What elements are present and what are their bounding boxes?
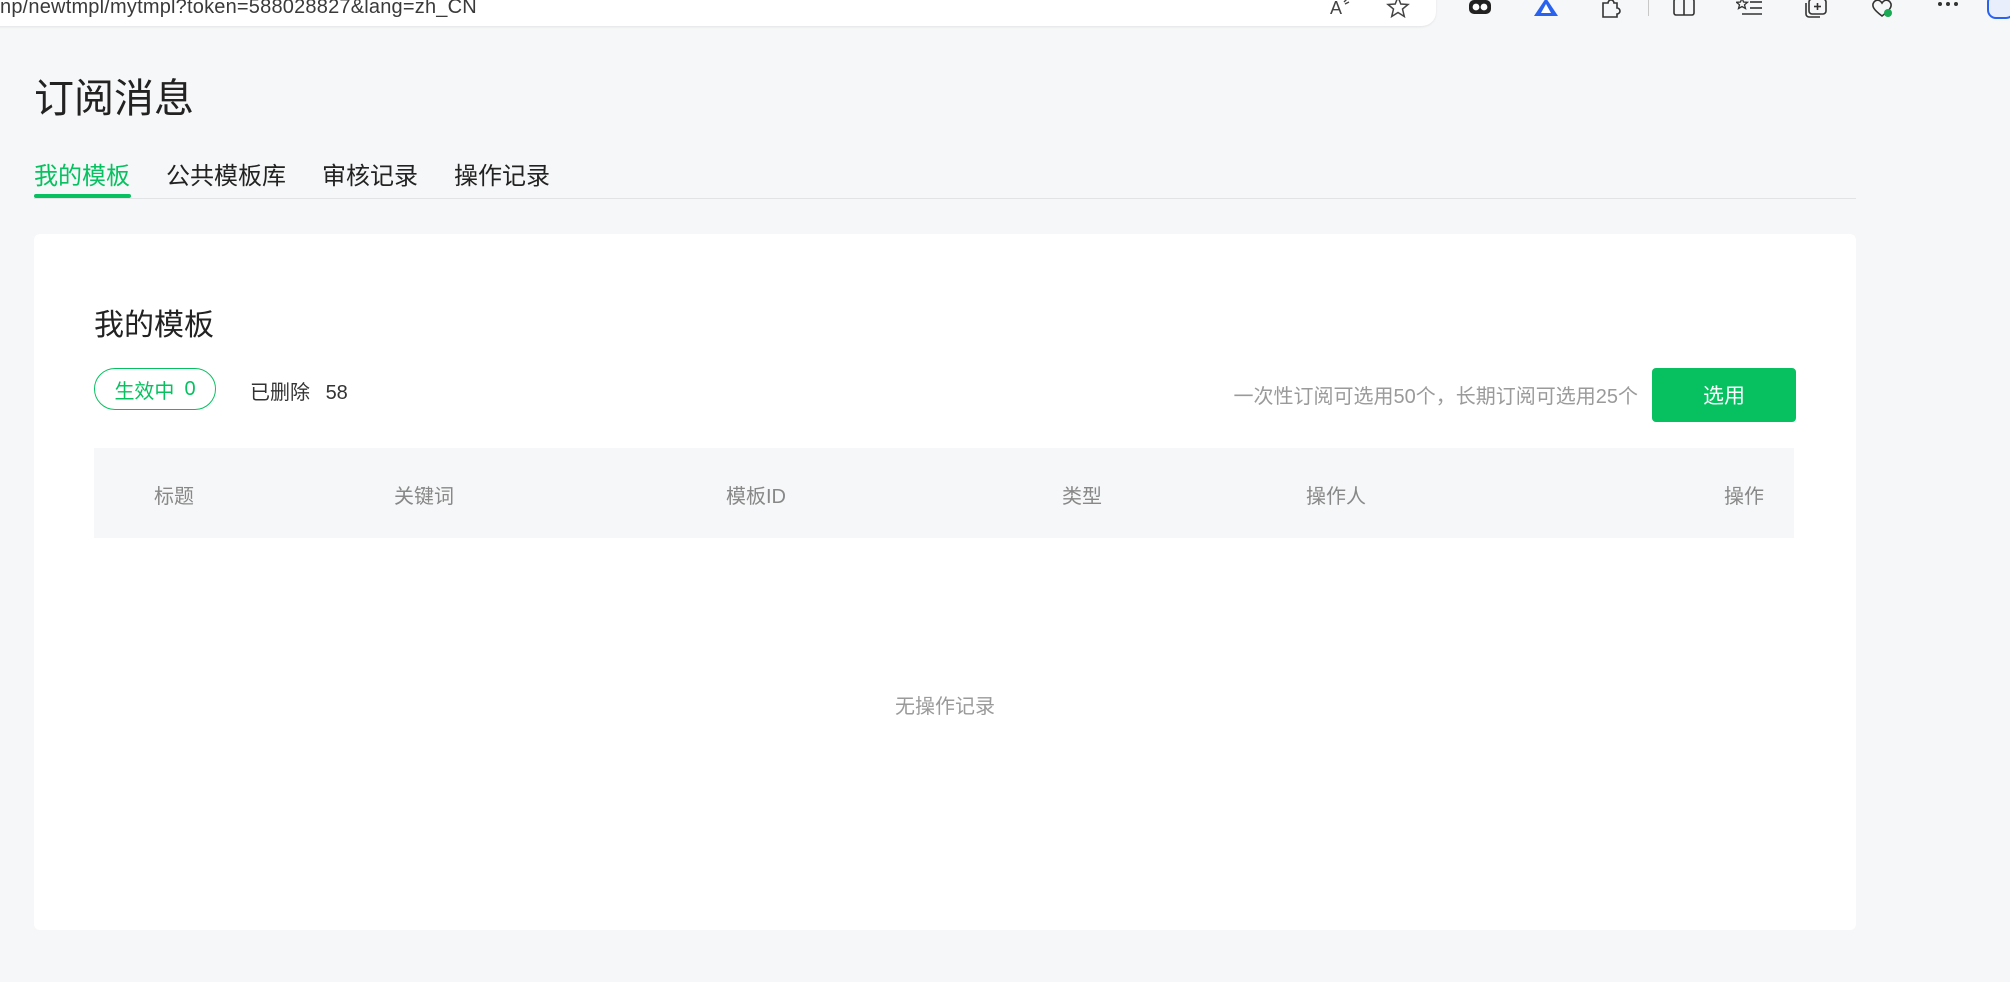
collections-icon[interactable] bbox=[1802, 0, 1830, 20]
active-tab-indicator bbox=[34, 194, 131, 198]
tab-review-records[interactable]: 审核记录 bbox=[322, 156, 418, 191]
browser-toolbar: np/newtmpl/mytmpl?token=588028827&lang=z… bbox=[0, 0, 2010, 32]
table-header: 标题 关键词 模板ID 类型 操作人 操作 bbox=[94, 448, 1794, 538]
more-options-icon[interactable] bbox=[1934, 0, 1962, 20]
favorites-list-icon[interactable] bbox=[1734, 0, 1764, 20]
filter-deleted-count: 58 bbox=[325, 382, 348, 404]
tab-operation-records[interactable]: 操作记录 bbox=[454, 156, 550, 191]
card-title: 我的模板 bbox=[94, 309, 214, 342]
quota-hint: 一次性订阅可选用50个，长期订阅可选用25个 bbox=[1233, 386, 1639, 408]
filter-deleted-button[interactable]: 已删除 58 bbox=[250, 376, 348, 405]
tab-bar: 我的模板 公共模板库 审核记录 操作记录 bbox=[34, 156, 1856, 199]
select-template-button[interactable]: 选用 bbox=[1652, 368, 1796, 422]
svg-text:A: A bbox=[1330, 0, 1342, 18]
tab-my-templates[interactable]: 我的模板 bbox=[34, 156, 130, 191]
profile-avatar-icon[interactable] bbox=[1986, 0, 2010, 20]
split-screen-icon[interactable] bbox=[1670, 0, 1698, 20]
filter-deleted-label: 已删除 bbox=[250, 382, 310, 404]
filter-active-button[interactable]: 生效中 0 bbox=[94, 368, 216, 410]
extensions-puzzle-icon[interactable] bbox=[1596, 0, 1624, 20]
browser-essentials-icon[interactable] bbox=[1868, 0, 1896, 20]
column-header-actions: 操作 bbox=[1724, 486, 1764, 508]
filter-active-label: 生效中 bbox=[114, 380, 175, 403]
url-text[interactable]: np/newtmpl/mytmpl?token=588028827&lang=z… bbox=[0, 0, 477, 19]
filter-active-count: 0 bbox=[184, 377, 196, 400]
column-header-template-id: 模板ID bbox=[726, 486, 786, 508]
tab-public-template-library[interactable]: 公共模板库 bbox=[166, 156, 286, 191]
extension-drive-icon[interactable] bbox=[1532, 0, 1560, 20]
page-title: 订阅消息 bbox=[34, 77, 194, 121]
column-header-title: 标题 bbox=[154, 486, 194, 508]
toolbar-separator bbox=[1648, 0, 1649, 16]
column-header-operator: 操作人 bbox=[1306, 486, 1366, 508]
empty-state-text: 无操作记录 bbox=[895, 696, 995, 718]
favorite-star-icon[interactable] bbox=[1386, 0, 1410, 19]
read-aloud-icon[interactable]: A bbox=[1328, 0, 1352, 18]
templates-card: 我的模板 生效中 0 已删除 58 一次性订阅可选用50个，长期订阅可选用25个… bbox=[34, 234, 1856, 930]
column-header-type: 类型 bbox=[1062, 486, 1102, 508]
column-header-keywords: 关键词 bbox=[394, 486, 454, 508]
extension-eyes-icon[interactable] bbox=[1466, 0, 1494, 20]
